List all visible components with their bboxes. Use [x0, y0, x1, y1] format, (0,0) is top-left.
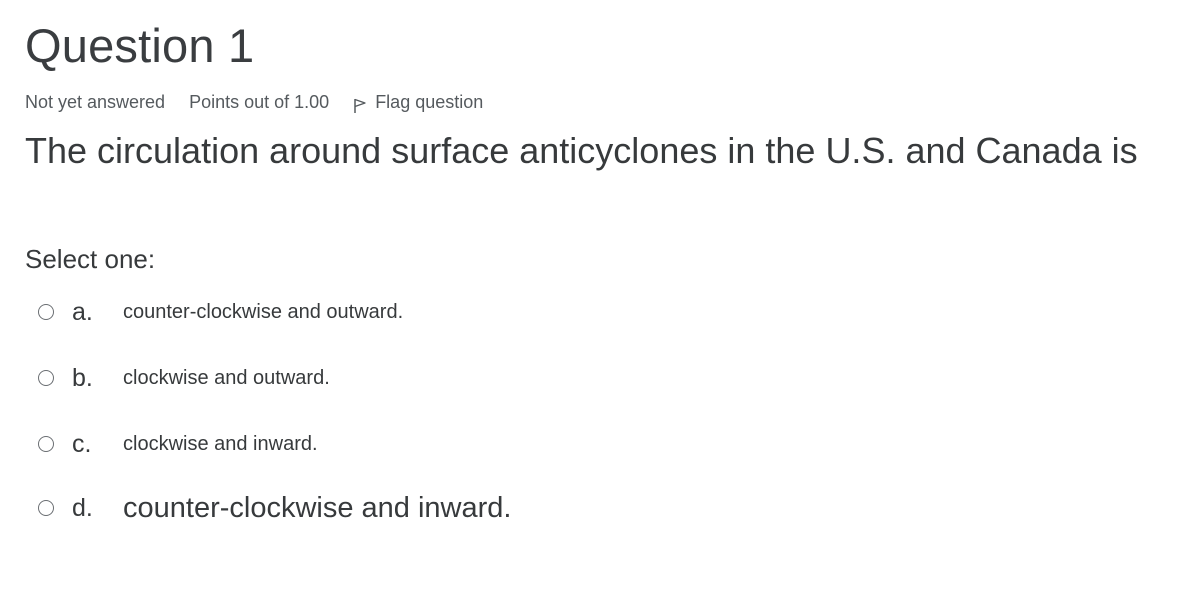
answer-option-b[interactable]: b. clockwise and outward. [38, 358, 330, 398]
radio-button-a[interactable] [38, 304, 54, 320]
flag-icon [353, 96, 367, 113]
answer-option-c[interactable]: c. clockwise and inward. [38, 424, 318, 464]
question-page: Question 1 Not yet answered Points out o… [0, 0, 1201, 589]
radio-button-d[interactable] [38, 500, 54, 516]
answer-text-d: counter-clockwise and inward. [123, 491, 512, 524]
question-state: Not yet answered [25, 92, 166, 112]
answer-letter-d: d. [72, 493, 93, 522]
answer-text-c: clockwise and inward. [123, 432, 318, 455]
answer-text-a: counter-clockwise and outward. [123, 300, 404, 323]
answer-letter-a: a. [72, 297, 93, 326]
flag-question-label: Flag question [375, 92, 484, 112]
answer-text-b: clockwise and outward. [123, 366, 330, 389]
radio-button-b[interactable] [38, 370, 54, 386]
question-title: Question 1 [25, 19, 255, 72]
select-one-prompt: Select one: [25, 244, 156, 274]
flag-question-link[interactable]: Flag question [353, 90, 483, 114]
question-text: The circulation around surface anticyclo… [25, 130, 1138, 171]
answer-option-a[interactable]: a. counter-clockwise and outward. [38, 292, 403, 332]
answer-letter-c: c. [72, 429, 92, 458]
radio-button-c[interactable] [38, 436, 54, 452]
question-info: Not yet answered Points out of 1.00 Flag… [25, 90, 483, 114]
answer-letter-b: b. [72, 363, 93, 392]
answer-option-d[interactable]: d. counter-clockwise and inward. [38, 488, 511, 528]
question-grade: Points out of 1.00 [189, 92, 330, 112]
